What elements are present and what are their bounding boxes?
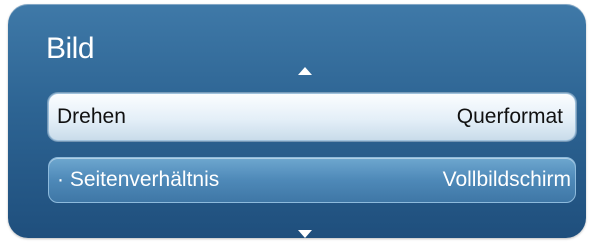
menu-item-value: Querformat: [456, 105, 563, 128]
menu-item-label: Drehen: [57, 105, 126, 128]
picture-menu-panel: Bild Drehen Querformat · Seitenverhältni…: [8, 4, 586, 238]
menu-item-value: Vollbildschirm: [442, 168, 571, 191]
menu-item-seitenverhaeltnis[interactable]: · Seitenverhältnis Vollbildschirm: [48, 157, 576, 203]
scroll-down-icon[interactable]: [298, 230, 312, 238]
scroll-up-icon[interactable]: [298, 67, 312, 75]
menu-item-label: · Seitenverhältnis: [57, 168, 220, 191]
menu-item-drehen[interactable]: Drehen Querformat: [48, 93, 576, 141]
menu-title: Bild: [46, 32, 95, 65]
